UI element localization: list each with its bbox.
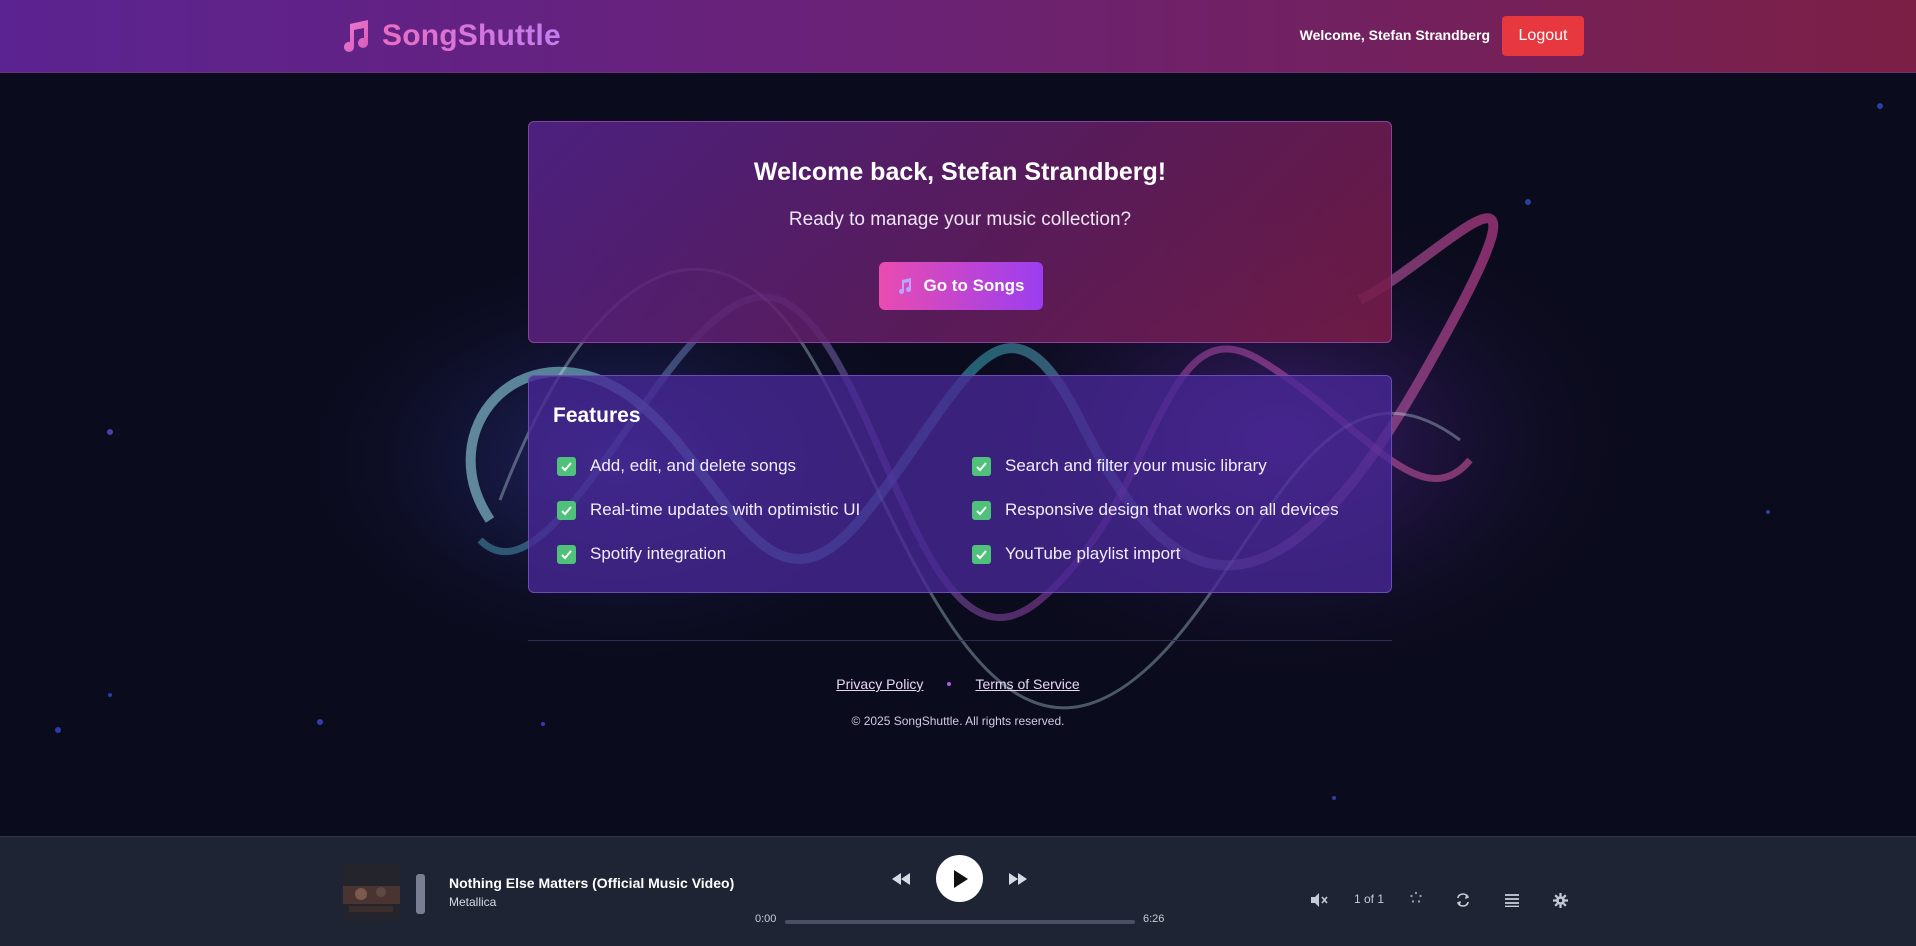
repeat-icon xyxy=(1457,893,1469,907)
welcome-subtitle: Ready to manage your music collection? xyxy=(788,209,1132,230)
play-button[interactable] xyxy=(936,855,983,902)
checkmark-icon xyxy=(972,456,991,476)
shuffle-icon xyxy=(1410,891,1422,903)
checkmark-icon xyxy=(557,544,576,564)
checkmark-icon xyxy=(972,544,991,564)
checkmark-icon xyxy=(557,456,576,476)
feature-label: Real-time updates with optimistic UI xyxy=(590,500,861,519)
welcome-title: Welcome back, Stefan Strandberg! xyxy=(753,158,1167,186)
track-title: Nothing Else Matters (Official Music Vid… xyxy=(449,875,735,891)
feature-item: Search and filter your music library xyxy=(972,456,1267,476)
mute-icon xyxy=(1311,893,1328,907)
queue-button[interactable] xyxy=(1502,891,1522,909)
music-notes-icon xyxy=(899,278,912,294)
app-name: SongShuttle xyxy=(382,19,561,52)
video-thumbnail-image xyxy=(343,864,400,921)
privacy-policy-link[interactable]: Privacy Policy xyxy=(836,676,923,692)
feature-item: YouTube playlist import xyxy=(972,544,1180,564)
feature-item: Add, edit, and delete songs xyxy=(557,456,796,476)
album-thumbnail[interactable] xyxy=(343,864,400,921)
feature-label: Add, edit, and delete songs xyxy=(590,456,797,475)
go-to-songs-button[interactable]: Go to Songs xyxy=(879,262,1043,310)
shuffle-button[interactable] xyxy=(1406,889,1426,907)
copyright-text: © 2025 SongShuttle. All rights reserved. xyxy=(851,714,1065,728)
duration: 6:26 xyxy=(1143,913,1165,925)
repeat-button[interactable] xyxy=(1453,891,1473,909)
feature-label: Spotify integration xyxy=(590,544,727,563)
go-to-songs-label: Go to Songs xyxy=(923,276,1025,295)
feature-item: Responsive design that works on all devi… xyxy=(972,500,1339,520)
drag-handle[interactable] xyxy=(416,874,425,914)
settings-icon xyxy=(1552,892,1568,908)
feature-label: YouTube playlist import xyxy=(1005,544,1181,563)
track-artist: Metallica xyxy=(449,895,497,909)
play-icon xyxy=(953,869,968,888)
checkmark-icon xyxy=(557,500,576,520)
queue-icon xyxy=(1505,893,1519,907)
features-card: Features Add, edit, and delete songs Sea… xyxy=(528,375,1392,593)
music-player-bar: Nothing Else Matters (Official Music Vid… xyxy=(0,836,1916,946)
queue-position: 1 of 1 xyxy=(1354,892,1385,906)
welcome-card: Welcome back, Stefan Strandberg! Ready t… xyxy=(528,121,1392,343)
footer-divider xyxy=(528,640,1392,641)
mute-button[interactable] xyxy=(1310,891,1330,909)
previous-icon xyxy=(892,873,910,885)
welcome-user-text: Welcome, Stefan Strandberg xyxy=(1299,27,1490,43)
feature-label: Search and filter your music library xyxy=(1005,456,1267,475)
top-nav: SongShuttle Welcome, Stefan Strandberg L… xyxy=(0,0,1916,73)
settings-button[interactable] xyxy=(1550,891,1570,909)
next-icon xyxy=(1009,873,1027,885)
music-note-icon xyxy=(344,20,368,52)
app-logo[interactable]: SongShuttle xyxy=(340,18,561,54)
feature-label: Responsive design that works on all devi… xyxy=(1005,500,1339,519)
footer-links: Privacy Policy Terms of Service xyxy=(0,676,1916,692)
progress-bar[interactable] xyxy=(785,920,1135,924)
terms-of-service-link[interactable]: Terms of Service xyxy=(975,676,1079,692)
feature-item: Real-time updates with optimistic UI xyxy=(557,500,860,520)
next-button[interactable] xyxy=(1008,869,1028,889)
previous-button[interactable] xyxy=(891,869,911,889)
feature-item: Spotify integration xyxy=(557,544,726,564)
logout-button[interactable]: Logout xyxy=(1502,16,1584,56)
separator-dot xyxy=(947,682,952,686)
current-time: 0:00 xyxy=(755,913,777,925)
features-title: Features xyxy=(553,404,641,427)
checkmark-icon xyxy=(972,500,991,520)
